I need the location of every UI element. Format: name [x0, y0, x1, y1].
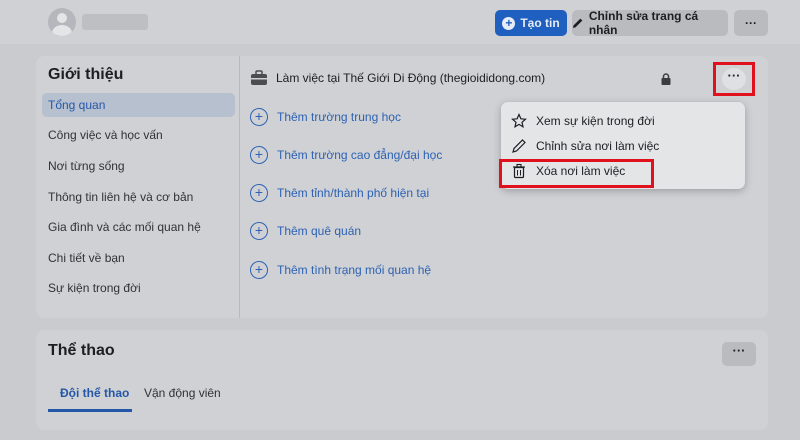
plus-circle-icon: + — [250, 184, 268, 202]
sidebar-item-contact[interactable]: Thông tin liên hệ và cơ bản — [42, 185, 235, 209]
more-icon: ··· — [722, 68, 746, 90]
edit-profile-button[interactable]: Chỉnh sửa trang cá nhân — [572, 9, 728, 37]
sports-card: Thể thao ··· Đội thể thao Vận động viên — [36, 330, 768, 430]
profile-more-button[interactable]: ··· — [734, 10, 768, 36]
active-tab-indicator — [48, 409, 132, 412]
plus-circle-icon: + — [250, 261, 268, 279]
pencil-icon — [512, 139, 526, 153]
work-options-button[interactable]: ··· — [713, 62, 755, 96]
plus-circle-icon: + — [250, 146, 268, 164]
tab-sports-teams[interactable]: Đội thể thao — [60, 386, 129, 400]
add-college[interactable]: + Thêm trường cao đẳng/đại học — [250, 143, 442, 167]
sidebar-item-details[interactable]: Chi tiết về bạn — [42, 246, 235, 270]
profile-header: + Tạo tin Chỉnh sửa trang cá nhân ··· — [0, 0, 800, 44]
star-icon — [511, 113, 527, 129]
plus-circle-icon: + — [250, 108, 268, 126]
add-high-school[interactable]: + Thêm trường trung học — [250, 105, 401, 129]
pencil-icon — [572, 18, 583, 28]
intro-sidebar: Giới thiệu Tổng quan Công việc và học vấ… — [36, 56, 240, 318]
profile-name-blurred — [82, 14, 148, 30]
more-icon: ··· — [745, 16, 757, 30]
avatar[interactable] — [48, 8, 76, 36]
add-relationship[interactable]: + Thêm tình trạng mối quan hệ — [250, 258, 431, 282]
briefcase-icon — [251, 70, 267, 85]
sidebar-item-overview[interactable]: Tổng quan — [42, 93, 235, 117]
add-hometown[interactable]: + Thêm quê quán — [250, 219, 361, 243]
sports-more-button[interactable]: ··· — [722, 342, 756, 366]
work-text: Làm việc tại Thế Giới Di Động (thegioidi… — [276, 71, 546, 85]
sidebar-item-work-education[interactable]: Công việc và học vấn — [42, 123, 235, 147]
plus-icon: + — [502, 16, 516, 30]
work-entry: Làm việc tại Thế Giới Di Động (thegioidi… — [250, 66, 545, 90]
sidebar-item-family[interactable]: Gia đình và các mối quan hệ — [42, 215, 235, 239]
sidebar-item-places[interactable]: Nơi từng sống — [42, 154, 235, 178]
lock-icon — [661, 73, 671, 85]
more-icon: ··· — [732, 343, 746, 358]
delete-highlight-box — [499, 159, 654, 188]
menu-item-view-life-event[interactable]: Xem sự kiện trong đời — [511, 110, 655, 132]
menu-item-edit-workplace[interactable]: Chỉnh sửa nơi làm việc — [511, 135, 659, 157]
plus-circle-icon: + — [250, 222, 268, 240]
tab-athletes[interactable]: Vận động viên — [144, 386, 221, 400]
create-story-button[interactable]: + Tạo tin — [495, 10, 567, 36]
sidebar-item-life-events[interactable]: Sự kiện trong đời — [42, 276, 235, 300]
intro-title: Giới thiệu — [48, 66, 124, 83]
add-current-city[interactable]: + Thêm tỉnh/thành phố hiện tại — [250, 181, 429, 205]
sports-title: Thể thao — [48, 342, 115, 359]
